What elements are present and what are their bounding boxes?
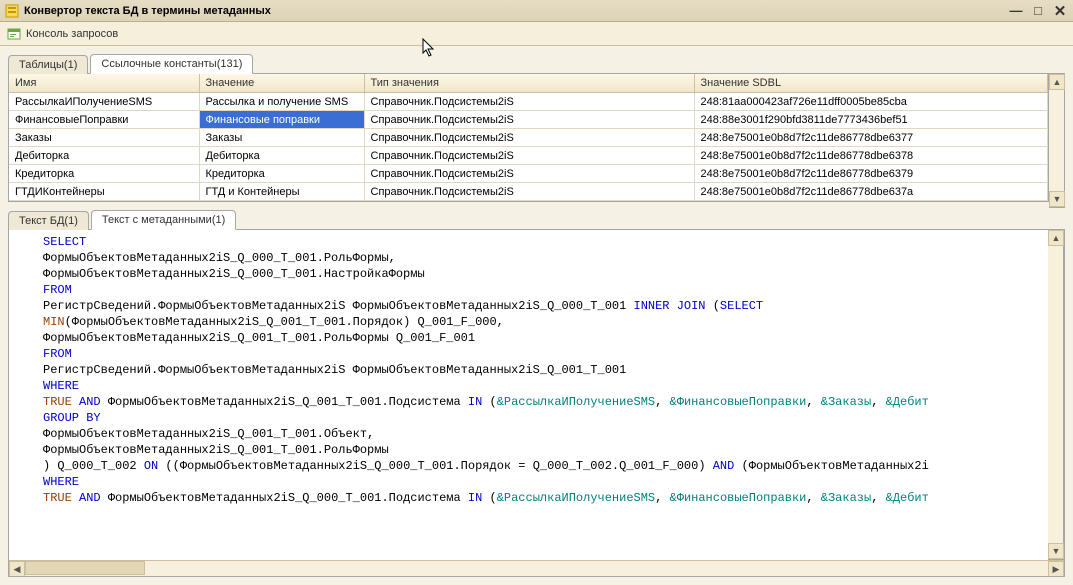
code-line: ФормыОбъектовМетаданных2iS_Q_001_T_001.О…: [43, 426, 1044, 442]
code-area: SELECTФормыОбъектовМетаданных2iS_Q_000_T…: [8, 230, 1065, 577]
code-horizontal-scrollbar[interactable]: ◀ ▶: [9, 560, 1064, 576]
table-row[interactable]: ФинансовыеПоправкиФинансовые поправкиСпр…: [9, 111, 1048, 129]
code-line: FROM: [43, 282, 1044, 298]
scroll-track[interactable]: [1049, 90, 1064, 191]
console-button[interactable]: Консоль запросов: [26, 28, 118, 40]
grid-vertical-scrollbar[interactable]: ▲ ▼: [1049, 74, 1065, 208]
cell-sdbl[interactable]: 248:8e75001e0b8d7f2c11de86778dbe6377: [694, 129, 1048, 147]
scroll-track[interactable]: [25, 561, 1048, 576]
cell-name[interactable]: ФинансовыеПоправки: [9, 111, 199, 129]
maximize-button[interactable]: □: [1029, 3, 1047, 19]
cell-name[interactable]: РассылкаИПолучениеSMS: [9, 93, 199, 111]
minimize-button[interactable]: —: [1007, 3, 1025, 19]
cell-name[interactable]: Кредиторка: [9, 165, 199, 183]
app-icon: [4, 3, 20, 19]
cell-type[interactable]: Справочник.Подсистемы2iS: [364, 129, 694, 147]
cell-type[interactable]: Справочник.Подсистемы2iS: [364, 93, 694, 111]
code-line: ) Q_000_T_002 ON ((ФормыОбъектовМетаданн…: [43, 458, 1044, 474]
col-sdbl[interactable]: Значение SDBL: [694, 74, 1048, 93]
window-title: Конвертор текста БД в термины метаданных: [24, 5, 1007, 17]
code-line: TRUE AND ФормыОбъектовМетаданных2iS_Q_00…: [43, 490, 1044, 506]
scroll-thumb[interactable]: [25, 561, 145, 575]
table-row[interactable]: ГТДИКонтейнерыГТД и КонтейнерыСправочник…: [9, 183, 1048, 201]
cell-sdbl[interactable]: 248:81aa000423af726e11dff0005be85cba: [694, 93, 1048, 111]
cell-value[interactable]: Заказы: [199, 129, 364, 147]
tab-text-metadata[interactable]: Текст с метаданными(1): [91, 210, 236, 230]
cell-value[interactable]: Кредиторка: [199, 165, 364, 183]
code-line: ФормыОбъектовМетаданных2iS_Q_001_T_001.Р…: [43, 330, 1044, 346]
titlebar: Конвертор текста БД в термины метаданных…: [0, 0, 1073, 22]
col-value[interactable]: Значение: [199, 74, 364, 93]
tab-ref-constants[interactable]: Ссылочные константы(131): [90, 54, 253, 74]
code-line: WHERE: [43, 378, 1044, 394]
table-row[interactable]: РассылкаИПолучениеSMSРассылка и получени…: [9, 93, 1048, 111]
scroll-up-icon[interactable]: ▲: [1048, 230, 1064, 246]
code-line: FROM: [43, 346, 1044, 362]
close-button[interactable]: ✕: [1051, 3, 1069, 19]
upper-tab-row: Таблицы(1) Ссылочные константы(131): [8, 52, 1065, 74]
code-line: РегистрСведений.ФормыОбъектовМетаданных2…: [43, 298, 1044, 314]
grid-header-row: Имя Значение Тип значения Значение SDBL: [9, 74, 1048, 93]
tab-tables[interactable]: Таблицы(1): [8, 55, 88, 74]
cell-sdbl[interactable]: 248:8e75001e0b8d7f2c11de86778dbe6379: [694, 165, 1048, 183]
code-vertical-scrollbar[interactable]: ▲ ▼: [1048, 230, 1064, 560]
cell-value[interactable]: ГТД и Контейнеры: [199, 183, 364, 201]
col-type[interactable]: Тип значения: [364, 74, 694, 93]
cell-sdbl[interactable]: 248:8e75001e0b8d7f2c11de86778dbe637a: [694, 183, 1048, 201]
tab-text-db[interactable]: Текст БД(1): [8, 211, 89, 230]
code-line: ФормыОбъектовМетаданных2iS_Q_001_T_001.Р…: [43, 442, 1044, 458]
code-line: РегистрСведений.ФормыОбъектовМетаданных2…: [43, 362, 1044, 378]
table-row[interactable]: ДебиторкаДебиторкаСправочник.Подсистемы2…: [9, 147, 1048, 165]
code-editor[interactable]: SELECTФормыОбъектовМетаданных2iS_Q_000_T…: [9, 230, 1048, 560]
content-area: Таблицы(1) Ссылочные константы(131) Имя …: [0, 46, 1073, 585]
cell-value[interactable]: Дебиторка: [199, 147, 364, 165]
code-line: ФормыОбъектовМетаданных2iS_Q_000_T_001.Р…: [43, 250, 1044, 266]
code-line: SELECT: [43, 234, 1044, 250]
table-row[interactable]: ЗаказыЗаказыСправочник.Подсистемы2iS248:…: [9, 129, 1048, 147]
cell-type[interactable]: Справочник.Подсистемы2iS: [364, 183, 694, 201]
constants-grid[interactable]: Имя Значение Тип значения Значение SDBL …: [9, 74, 1048, 201]
code-line: WHERE: [43, 474, 1044, 490]
cell-name[interactable]: Дебиторка: [9, 147, 199, 165]
scroll-right-icon[interactable]: ▶: [1048, 561, 1064, 577]
scroll-up-icon[interactable]: ▲: [1049, 74, 1065, 90]
code-line: MIN(ФормыОбъектовМетаданных2iS_Q_001_T_0…: [43, 314, 1044, 330]
scroll-left-icon[interactable]: ◀: [9, 561, 25, 577]
console-icon: [6, 26, 22, 42]
cell-sdbl[interactable]: 248:8e75001e0b8d7f2c11de86778dbe6378: [694, 147, 1048, 165]
lower-tab-row: Текст БД(1) Текст с метаданными(1): [8, 208, 1065, 230]
cell-sdbl[interactable]: 248:88e3001f290bfd3811de7773436bef51: [694, 111, 1048, 129]
cell-value[interactable]: Рассылка и получение SMS: [199, 93, 364, 111]
table-row[interactable]: КредиторкаКредиторкаСправочник.Подсистем…: [9, 165, 1048, 183]
code-line: TRUE AND ФормыОбъектовМетаданных2iS_Q_00…: [43, 394, 1044, 410]
toolbar: Консоль запросов: [0, 22, 1073, 46]
cell-name[interactable]: ГТДИКонтейнеры: [9, 183, 199, 201]
cell-type[interactable]: Справочник.Подсистемы2iS: [364, 147, 694, 165]
scroll-down-icon[interactable]: ▼: [1049, 191, 1065, 207]
code-line: GROUP BY: [43, 410, 1044, 426]
cell-name[interactable]: Заказы: [9, 129, 199, 147]
col-name[interactable]: Имя: [9, 74, 199, 93]
grid-container: Имя Значение Тип значения Значение SDBL …: [8, 74, 1065, 208]
cell-value[interactable]: Финансовые поправки: [199, 111, 364, 129]
code-line: ФормыОбъектовМетаданных2iS_Q_000_T_001.Н…: [43, 266, 1044, 282]
window-controls: — □ ✕: [1007, 3, 1069, 19]
cell-type[interactable]: Справочник.Подсистемы2iS: [364, 165, 694, 183]
scroll-down-icon[interactable]: ▼: [1048, 543, 1064, 559]
scroll-track[interactable]: [1048, 246, 1063, 543]
cell-type[interactable]: Справочник.Подсистемы2iS: [364, 111, 694, 129]
